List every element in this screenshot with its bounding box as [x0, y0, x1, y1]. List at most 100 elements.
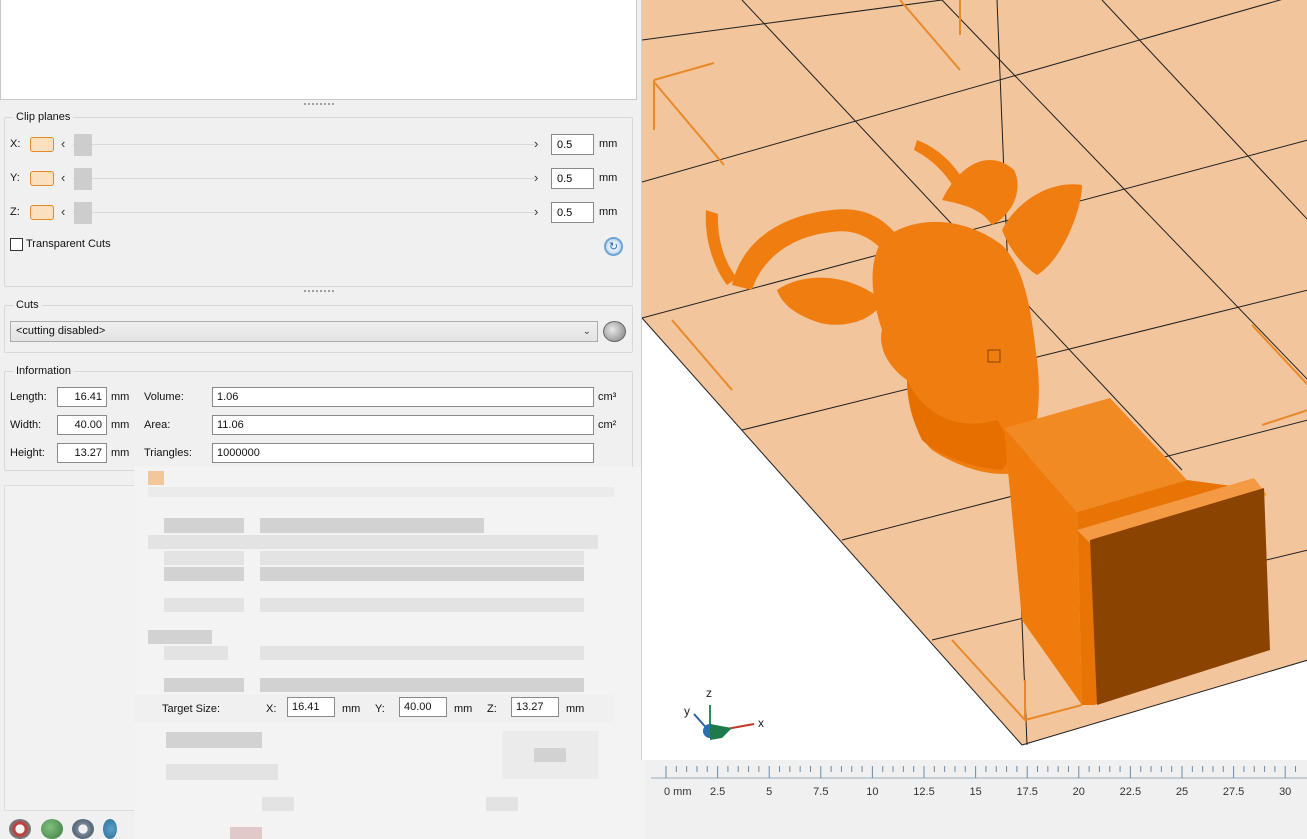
ruler-label: 7.5 [813, 786, 829, 798]
cuts-selected-value: <cutting disabled> [16, 325, 106, 337]
height-field[interactable]: 13.27 [57, 443, 107, 463]
length-field[interactable]: 16.41 [57, 387, 107, 407]
blurred-block [164, 567, 244, 581]
chevron-left-icon[interactable]: ‹ [61, 170, 65, 185]
clip-unit: mm [599, 172, 618, 184]
height-unit: mm [111, 447, 130, 459]
blurred-block [230, 827, 262, 839]
ruler-label: 17.5 [1016, 786, 1038, 798]
add-model-icon[interactable] [9, 819, 31, 839]
clip-color-swatch[interactable] [30, 205, 54, 220]
area-unit: cm² [598, 419, 617, 431]
clip-row-y: Y: ‹ › mm [0, 168, 630, 190]
axis-y-label: y [684, 704, 690, 718]
target-z-unit: mm [566, 703, 585, 715]
axis-triad [693, 705, 755, 740]
clip-planes-title: Clip planes [13, 111, 74, 123]
chevron-left-icon[interactable]: ‹ [61, 136, 65, 151]
chevron-left-icon[interactable]: ‹ [61, 204, 65, 219]
triangles-label: Triangles: [144, 447, 192, 459]
panel-splitter[interactable] [0, 288, 637, 294]
3d-viewport[interactable]: z y x [641, 0, 1307, 760]
ruler-label: 2.5 [709, 786, 726, 798]
clip-color-swatch[interactable] [30, 171, 54, 186]
clip-axis-label: X: [10, 138, 21, 150]
clip-color-swatch[interactable] [30, 137, 54, 152]
dialog-icon [148, 471, 164, 485]
width-field[interactable]: 40.00 [57, 415, 107, 435]
ruler-label: 0 mm [664, 786, 692, 798]
clip-slider-thumb[interactable] [74, 134, 92, 156]
chevron-right-icon[interactable]: › [534, 170, 538, 185]
blurred-block [260, 598, 584, 612]
volume-label: Volume: [144, 391, 184, 403]
blurred-block [260, 678, 584, 692]
viewport-scene[interactable] [642, 0, 1307, 760]
area-label: Area: [144, 419, 171, 431]
target-x-unit: mm [342, 703, 361, 715]
target-y-input[interactable]: 40.00 [399, 697, 447, 717]
ruler-ticks [651, 766, 1307, 779]
blurred-block [164, 518, 244, 533]
clip-value-input[interactable] [551, 134, 594, 155]
area-field[interactable]: 11.06 [212, 415, 594, 435]
repair-icon[interactable] [41, 819, 63, 839]
cuts-dropdown[interactable]: <cutting disabled> ⌄ [10, 321, 598, 342]
volume-field[interactable]: 1.06 [212, 387, 594, 407]
blurred-block [534, 748, 566, 762]
target-z-input[interactable]: 13.27 [511, 697, 559, 717]
blurred-block [166, 732, 262, 748]
cuts-title: Cuts [13, 299, 42, 311]
cut-tool-icon[interactable] [603, 321, 626, 342]
ruler-label: 10 [866, 786, 879, 798]
blurred-block [166, 764, 278, 780]
clip-value-input[interactable] [551, 202, 594, 223]
axis-z-label: z [706, 686, 712, 700]
target-size-label: Target Size: [162, 703, 221, 715]
clip-slider-track[interactable] [73, 178, 535, 179]
chevron-right-icon[interactable]: › [534, 204, 538, 219]
blurred-block [164, 598, 244, 612]
sync-icon[interactable] [103, 819, 117, 839]
blurred-block [486, 797, 518, 811]
chain-icon[interactable] [72, 819, 94, 839]
blurred-block [164, 678, 244, 692]
blurred-block [260, 646, 584, 660]
target-z-label: Z: [487, 703, 497, 715]
scale-dialog: Target Size: X: 16.41 mm Y: 40.00 mm Z: … [134, 467, 645, 839]
chevron-right-icon[interactable]: › [534, 136, 538, 151]
ruler-label: 20 [1072, 786, 1085, 798]
ruler-label: 30 [1279, 786, 1292, 798]
blurred-block [164, 551, 244, 565]
clip-slider-thumb[interactable] [74, 168, 92, 190]
clip-slider-track[interactable] [73, 144, 535, 145]
blurred-block [148, 487, 614, 497]
axis-x-label: x [758, 716, 764, 730]
panel-splitter[interactable] [0, 101, 637, 107]
triangles-field[interactable]: 1000000 [212, 443, 594, 463]
ruler-label: 25 [1175, 786, 1189, 798]
length-label: Length: [10, 391, 47, 403]
clip-unit: mm [599, 206, 618, 218]
model-tree-area[interactable] [0, 0, 637, 100]
clip-row-z: Z: ‹ › mm [0, 202, 630, 224]
target-x-input[interactable]: 16.41 [287, 697, 335, 717]
blurred-block [262, 797, 294, 811]
height-label: Height: [10, 447, 45, 459]
clip-slider-thumb[interactable] [74, 202, 92, 224]
transparent-cuts-label: Transparent Cuts [26, 238, 111, 250]
target-size-row: Target Size: X: 16.41 mm Y: 40.00 mm Z: … [134, 695, 614, 723]
clip-unit: mm [599, 138, 618, 150]
ruler-label: 5 [766, 786, 773, 798]
target-x-label: X: [266, 703, 277, 715]
clip-value-input[interactable] [551, 168, 594, 189]
clip-axis-label: Z: [10, 206, 20, 218]
reset-clip-icon[interactable]: ↻ [604, 237, 623, 256]
width-label: Width: [10, 419, 42, 431]
target-y-unit: mm [454, 703, 473, 715]
blurred-block [164, 646, 228, 660]
transparent-cuts-checkbox[interactable] [10, 238, 23, 251]
ruler-label: 12.5 [913, 786, 935, 798]
volume-unit: cm³ [598, 391, 617, 403]
clip-slider-track[interactable] [73, 212, 535, 213]
